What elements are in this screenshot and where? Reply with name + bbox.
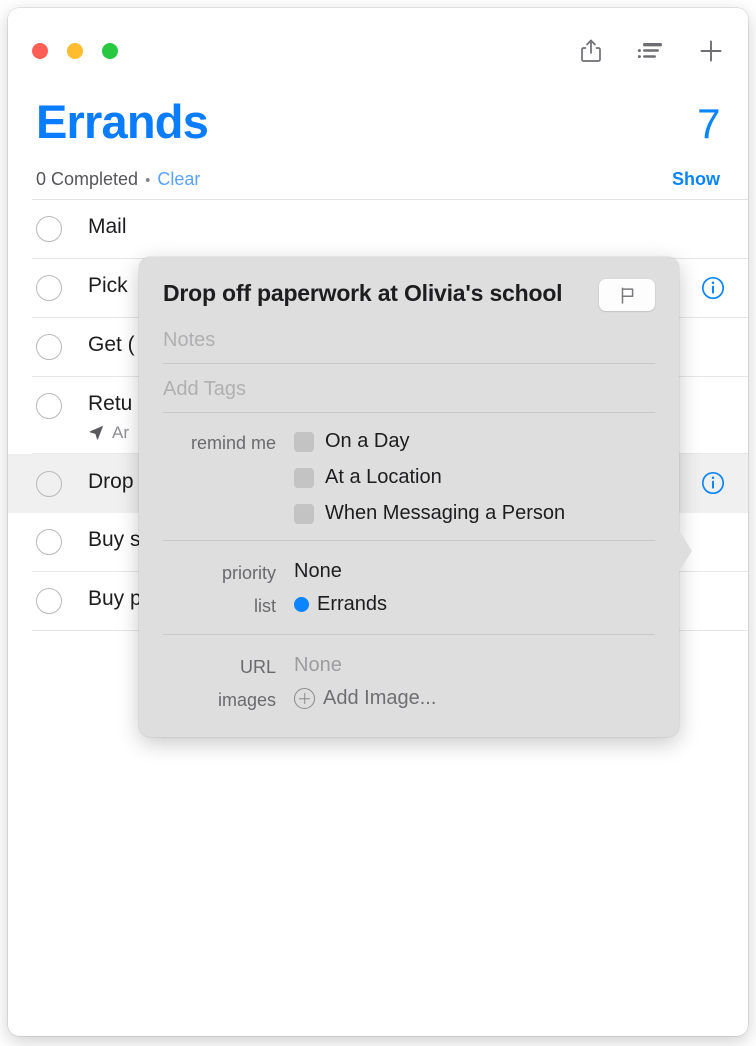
window-titlebar — [8, 8, 748, 86]
popover-title[interactable]: Drop off paperwork at Olivia's school — [163, 279, 563, 308]
complete-checkbox[interactable] — [36, 587, 62, 614]
plus-circle-icon — [294, 688, 315, 709]
checkbox-icon[interactable] — [294, 467, 314, 488]
table-row[interactable]: Mail — [32, 200, 748, 259]
list-header: Errands 7 0 Completed • Clear Show — [8, 86, 748, 199]
location-arrow-icon — [88, 424, 105, 441]
option-label: When Messaging a Person — [325, 502, 566, 524]
toolbar-actions — [576, 36, 726, 66]
complete-checkbox[interactable] — [36, 275, 62, 301]
complete-checkbox[interactable] — [36, 470, 62, 497]
remind-option-at-a-location[interactable]: At a Location — [294, 466, 655, 489]
plus-icon[interactable] — [696, 36, 726, 66]
reminder-count: 7 — [697, 100, 720, 147]
popover-header: Drop off paperwork at Olivia's school — [163, 279, 655, 311]
bullet-separator: • — [145, 172, 151, 189]
priority-value[interactable]: None — [294, 560, 342, 583]
maximize-button[interactable] — [102, 43, 118, 59]
page-title: Errands — [36, 95, 209, 148]
info-icon[interactable] — [700, 470, 726, 496]
list-options-icon[interactable] — [636, 36, 666, 66]
images-label: images — [217, 689, 276, 710]
row-content: Mail — [88, 200, 748, 251]
reminder-detail-popover: Drop off paperwork at Olivia's school No… — [139, 257, 692, 737]
traffic-lights — [32, 43, 118, 59]
reminder-subtitle-text: Ar — [112, 422, 129, 442]
clear-button[interactable]: Clear — [157, 169, 200, 190]
add-image-button[interactable]: Add Image... — [294, 687, 436, 710]
show-button[interactable]: Show — [672, 169, 720, 190]
list-value-wrapper[interactable]: Errands — [294, 593, 387, 616]
url-images-section: URL None images Add Image... — [163, 635, 655, 719]
meta-row: 0 Completed • Clear Show — [36, 169, 720, 199]
url-row: URL None — [163, 649, 655, 682]
remind-option-on-a-day[interactable]: On a Day — [294, 430, 655, 453]
complete-checkbox[interactable] — [36, 393, 62, 419]
checkbox-icon[interactable] — [294, 431, 314, 452]
tags-field[interactable]: Add Tags — [163, 364, 655, 413]
priority-label: priority — [221, 562, 276, 583]
url-value[interactable]: None — [294, 654, 342, 677]
reminder-title: Mail — [88, 215, 127, 238]
option-label: At a Location — [325, 466, 442, 488]
completed-info: 0 Completed • Clear — [36, 169, 200, 190]
images-row: images Add Image... — [163, 682, 655, 715]
share-icon[interactable] — [576, 36, 606, 66]
remind-me-section: remind me On a Day At a Location When Me… — [163, 413, 655, 541]
url-label: URL — [239, 656, 276, 677]
add-image-label: Add Image... — [323, 687, 437, 709]
option-label: On a Day — [325, 430, 410, 452]
minimize-button[interactable] — [67, 43, 83, 59]
title-row: Errands 7 — [36, 86, 720, 145]
remind-options: On a Day At a Location When Messaging a … — [294, 430, 655, 525]
info-icon[interactable] — [700, 275, 726, 301]
list-color-dot-icon — [294, 597, 309, 612]
priority-list-section: priority None list Errands — [163, 541, 655, 635]
complete-checkbox[interactable] — [36, 528, 62, 555]
complete-checkbox[interactable] — [36, 216, 62, 242]
reminders-window: Errands 7 0 Completed • Clear Show Mail — [8, 8, 748, 1036]
checkbox-icon[interactable] — [294, 503, 314, 524]
flag-icon[interactable] — [599, 279, 655, 311]
tags-placeholder: Add Tags — [163, 378, 247, 400]
priority-row: priority None — [163, 555, 655, 588]
close-button[interactable] — [32, 43, 48, 59]
notes-placeholder: Notes — [163, 329, 216, 351]
screen: Errands 7 0 Completed • Clear Show Mail — [0, 0, 756, 1046]
notes-field[interactable]: Notes — [163, 315, 655, 364]
remind-me-label: remind me — [190, 433, 276, 453]
list-value: Errands — [317, 593, 388, 615]
complete-checkbox[interactable] — [36, 334, 62, 360]
list-label: list — [254, 595, 276, 616]
remind-option-when-messaging[interactable]: When Messaging a Person — [294, 502, 655, 525]
completed-count-label: 0 Completed — [36, 169, 139, 189]
list-row: list Errands — [163, 588, 655, 621]
